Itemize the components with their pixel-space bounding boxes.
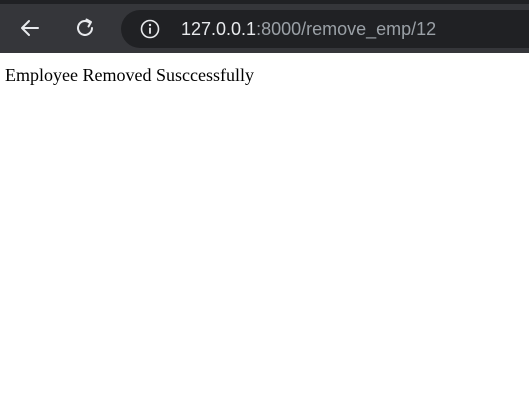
info-icon[interactable] [140,19,160,39]
url-host: 127.0.0.1 [181,19,257,39]
back-button[interactable] [12,10,48,46]
arrow-left-icon [21,20,39,36]
status-message: Employee Removed Susccessfully [5,65,254,85]
page-content: Employee Removed Susccessfully [0,53,529,400]
url-path: :8000/remove_emp/12 [256,19,437,39]
browser-toolbar: 127.0.0.1:8000/remove_emp/12 [0,0,529,53]
url-text[interactable]: 127.0.0.1:8000/remove_emp/12 [181,10,436,48]
address-bar[interactable]: 127.0.0.1:8000/remove_emp/12 [121,10,529,48]
reload-button[interactable] [67,10,103,46]
reload-icon [77,18,93,36]
